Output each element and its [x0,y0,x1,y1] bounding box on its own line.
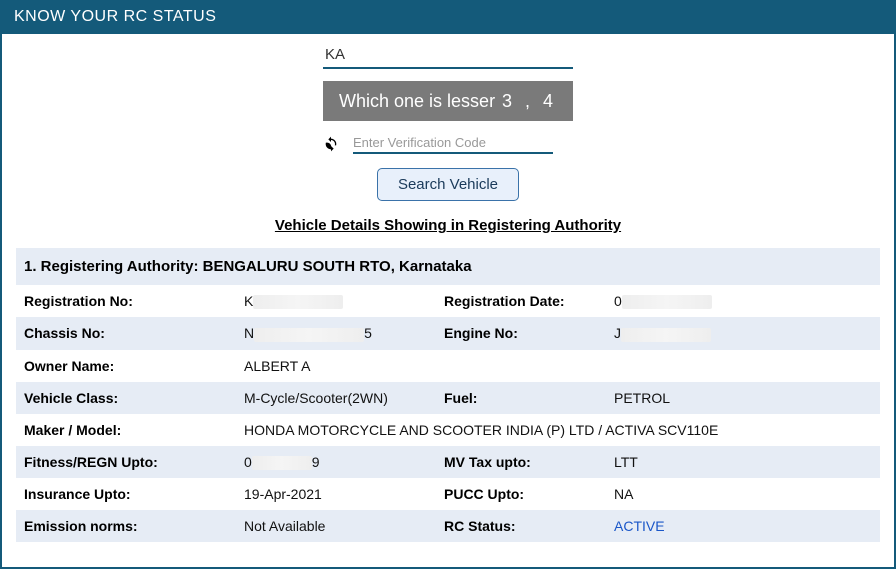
owner-value: ALBERT A [236,350,436,382]
maker-row: Maker / Model: HONDA MOTORCYCLE AND SCOO… [16,414,880,446]
search-vehicle-button[interactable]: Search Vehicle [377,168,519,201]
class-label: Vehicle Class: [16,382,236,414]
section-title: Vehicle Details Showing in Registering A… [2,211,894,248]
emission-label: Emission norms: [16,510,236,542]
engine-label: Engine No: [436,317,606,349]
panel-content: Which one is lesser 3 , 4 Search Vehicle… [2,34,894,552]
captcha-challenge: Which one is lesser 3 , 4 [323,81,573,121]
redacted [254,328,364,342]
owner-label: Owner Name: [16,350,236,382]
redacted [621,328,711,342]
fuel-value: PETROL [606,382,880,414]
chassis-label: Chassis No: [16,317,236,349]
verification-input[interactable] [353,133,553,154]
vehicle-details: 1. Registering Authority: BENGALURU SOUT… [2,248,894,552]
fuel-label: Fuel: [436,382,606,414]
pucc-value: NA [606,478,880,510]
reg-no-label: Registration No: [16,285,236,317]
authority-label: 1. Registering Authority: [24,258,198,275]
details-grid-2: Fitness/REGN Upto: 09 MV Tax upto: LTT I… [16,446,880,542]
registration-input[interactable] [323,42,573,69]
registering-authority-row: 1. Registering Authority: BENGALURU SOUT… [16,248,880,285]
pucc-label: PUCC Upto: [436,478,606,510]
fitness-label: Fitness/REGN Upto: [16,446,236,478]
panel-title: KNOW YOUR RC STATUS [14,8,216,25]
engine-value: J [606,317,880,349]
rc-status-value: ACTIVE [606,510,880,542]
chassis-value: N5 [236,317,436,349]
fitness-value: 09 [236,446,436,478]
rc-status-label: RC Status: [436,510,606,542]
details-grid: Registration No: K Registration Date: 0 … [16,285,880,414]
insurance-value: 19-Apr-2021 [236,478,436,510]
verification-row [323,133,573,154]
reg-date-label: Registration Date: [436,285,606,317]
emission-value: Not Available [236,510,436,542]
panel-header: KNOW YOUR RC STATUS [2,0,894,34]
redacted [252,456,312,470]
maker-label: Maker / Model: [16,414,236,446]
mvtax-label: MV Tax upto: [436,446,606,478]
search-form: Which one is lesser 3 , 4 Search Vehicle [2,34,894,211]
rc-status-panel: KNOW YOUR RC STATUS Which one is lesser … [0,0,896,569]
reg-no-value: K [236,285,436,317]
captcha-question: Which one is lesser [339,91,495,112]
reg-date-value: 0 [606,285,880,317]
captcha-numbers: 3 , 4 [502,91,557,112]
redacted [622,295,712,309]
maker-value: HONDA MOTORCYCLE AND SCOOTER INDIA (P) L… [236,414,880,446]
class-value: M-Cycle/Scooter(2WN) [236,382,436,414]
mvtax-value: LTT [606,446,880,478]
insurance-label: Insurance Upto: [16,478,236,510]
refresh-icon[interactable] [323,136,339,152]
authority-value: BENGALURU SOUTH RTO, Karnataka [203,258,472,275]
redacted [253,295,343,309]
